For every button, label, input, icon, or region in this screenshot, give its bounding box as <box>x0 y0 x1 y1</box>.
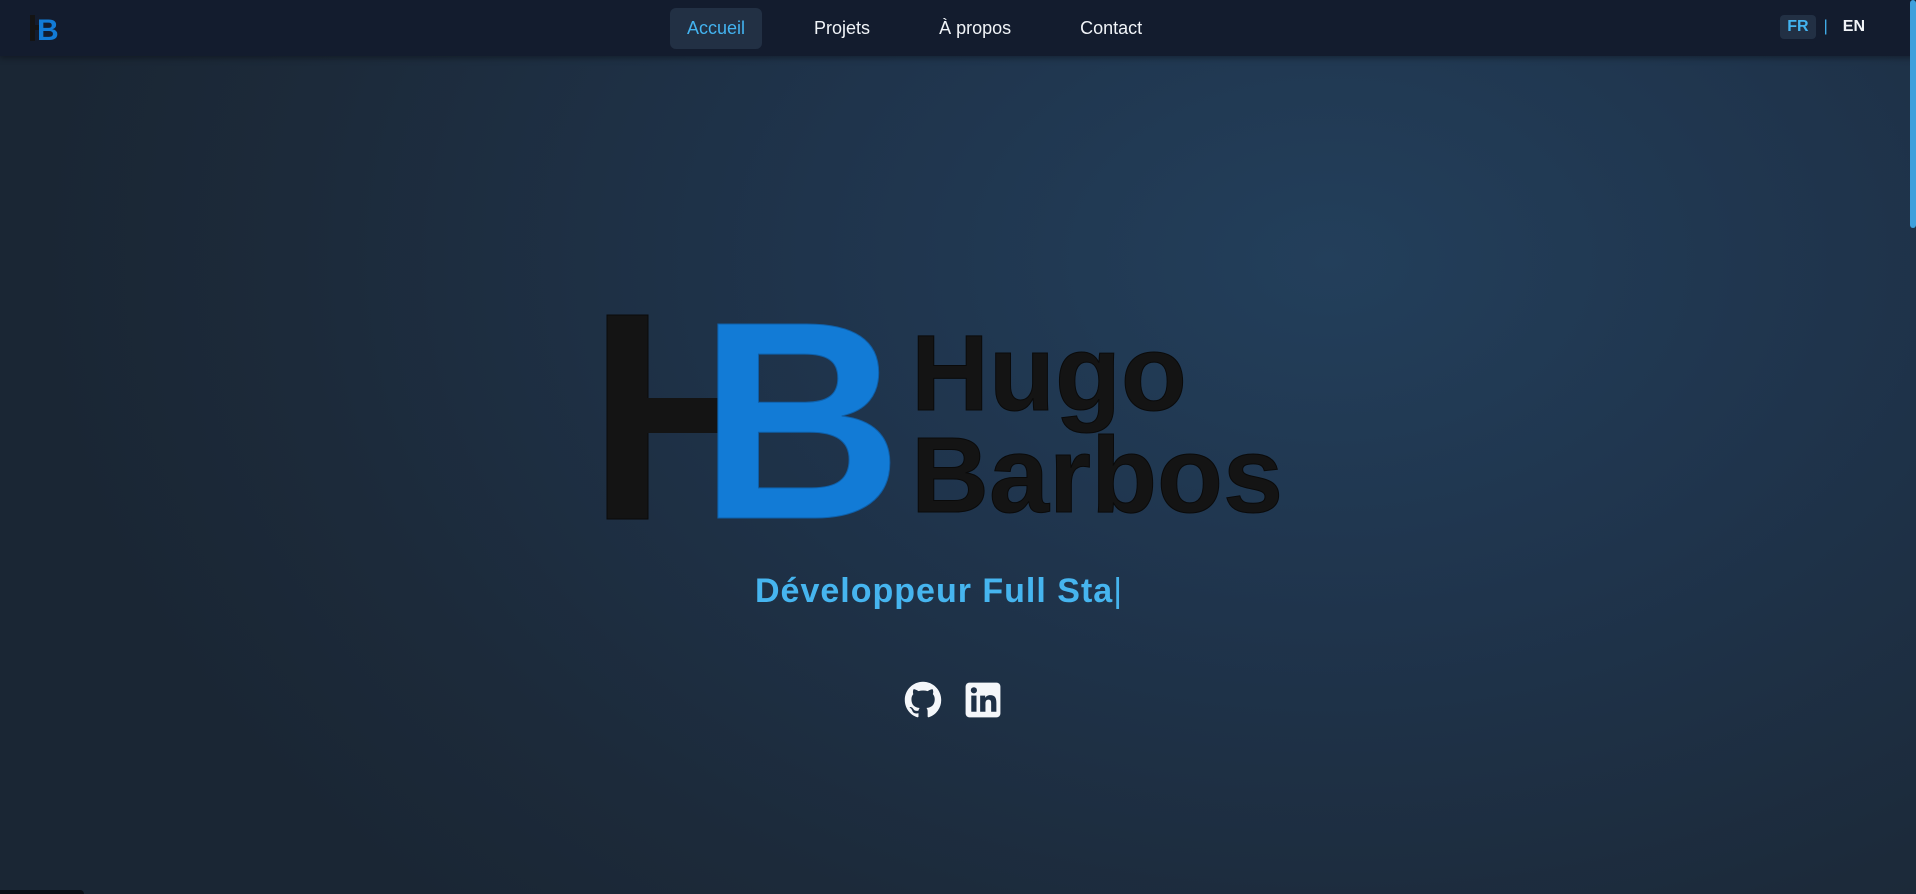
hero-subtitle: Développeur Full Sta| <box>755 572 1123 611</box>
lang-en-button[interactable]: EN <box>1836 15 1872 39</box>
lang-separator: | <box>1823 18 1828 35</box>
nav-link-projets[interactable]: Projets <box>797 8 887 49</box>
nav-link-contact[interactable]: Contact <box>1063 8 1159 49</box>
language-switcher: FR | EN <box>1780 15 1872 39</box>
scrollbar-thumb[interactable] <box>1910 0 1916 228</box>
linkedin-icon[interactable] <box>964 681 1002 719</box>
nav-logo[interactable]: B <box>30 13 70 43</box>
nav-link-accueil[interactable]: Accueil <box>670 8 763 49</box>
nav-link-a-propos[interactable]: À propos <box>922 8 1028 49</box>
lang-fr-button[interactable]: FR <box>1780 15 1816 39</box>
logo-last-name: Barbosa <box>911 414 1284 522</box>
social-links <box>904 681 1024 719</box>
corner-decoration <box>0 890 84 894</box>
logo-h-stem <box>606 314 649 520</box>
hero-logo: B Hugo Barbosa <box>606 312 1284 522</box>
navbar: B Accueil Projets À propos Contact FR | … <box>0 0 1916 56</box>
logo-b-letter: B <box>699 312 903 522</box>
svg-text:B: B <box>37 14 59 43</box>
github-icon[interactable] <box>904 681 942 719</box>
typing-cursor: | <box>1113 572 1124 610</box>
nav-links: Accueil Projets À propos Contact <box>670 8 1194 49</box>
subtitle-text: Développeur Full Sta <box>755 572 1114 610</box>
